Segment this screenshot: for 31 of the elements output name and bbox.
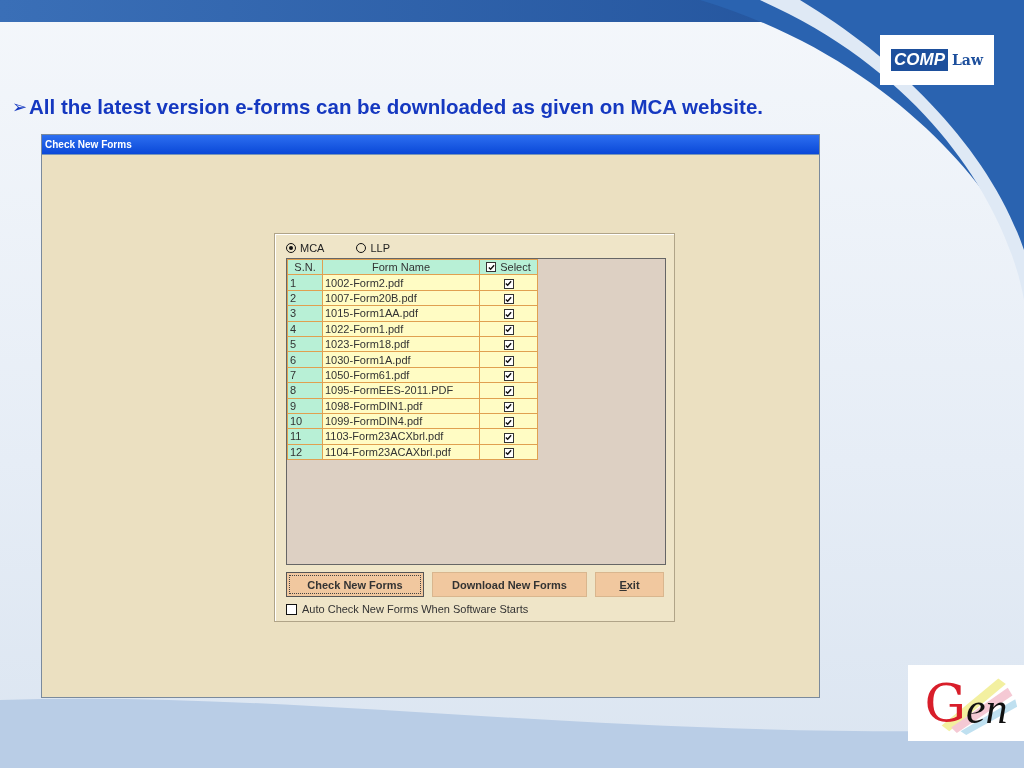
logo-text: COMP (891, 49, 948, 71)
checkbox[interactable] (486, 262, 497, 273)
bullet-icon: ➢ (12, 96, 27, 118)
action-button[interactable]: Check New Forms (286, 572, 424, 597)
auto-check-option[interactable]: Auto Check New Forms When Software Starts (286, 603, 674, 615)
column-header: Form Name (322, 259, 480, 275)
checkbox[interactable] (503, 340, 514, 351)
checkbox[interactable] (503, 324, 514, 335)
checkbox[interactable] (503, 386, 514, 397)
checkbox[interactable] (286, 603, 297, 615)
checkbox[interactable] (503, 417, 514, 428)
checkbox-label: Auto Check New Forms When Software Starts (302, 603, 529, 615)
column-label: Select (500, 261, 531, 274)
checkbox[interactable] (503, 447, 514, 458)
checkbox[interactable] (503, 432, 514, 443)
checkbox[interactable] (503, 355, 514, 366)
action-button[interactable]: Download New Forms (432, 572, 587, 597)
slide-heading: All the latest version e-forms can be downloaded as given on MCA website. (29, 95, 763, 119)
checkbox[interactable] (503, 294, 514, 304)
checkbox[interactable] (503, 278, 514, 289)
logo-text: G (924, 673, 966, 733)
logo-text: Law (952, 52, 983, 68)
column-header: S.N. (287, 259, 323, 275)
checkbox[interactable] (503, 401, 514, 412)
checkbox[interactable] (503, 370, 514, 381)
radio-option[interactable]: LLP (356, 242, 391, 254)
checkbox[interactable] (503, 309, 514, 320)
action-button[interactable]: Exit (595, 572, 664, 597)
window-title: Check New Forms (42, 135, 819, 155)
logo-text: en (966, 682, 1008, 734)
radio-option[interactable]: MCA (286, 242, 325, 254)
